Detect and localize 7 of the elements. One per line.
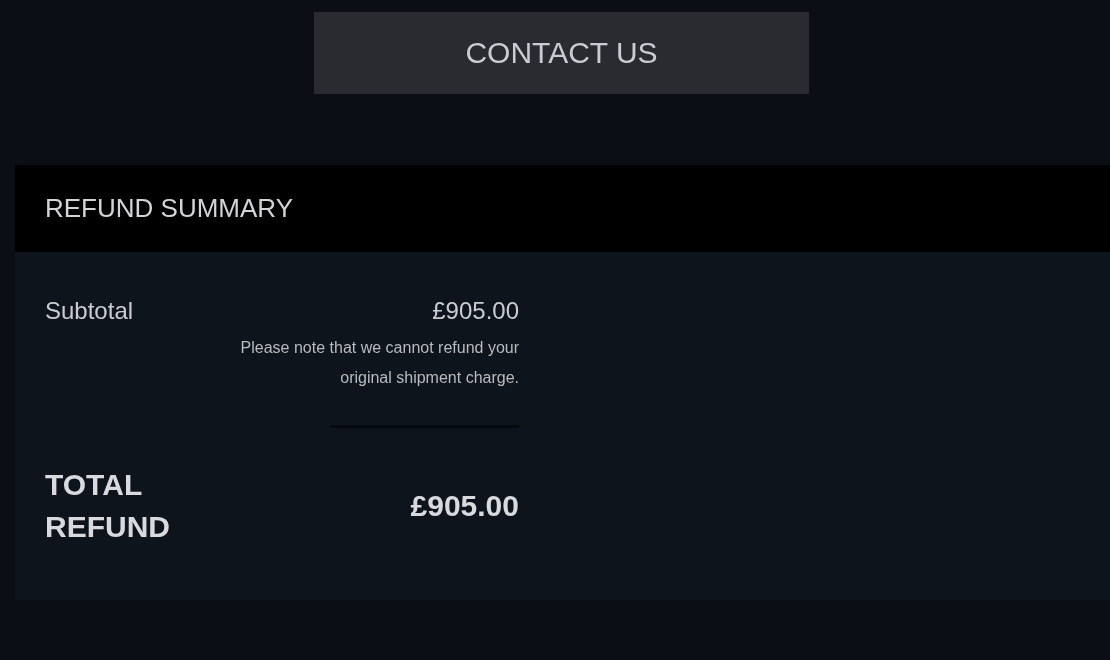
total-label: TOTAL REFUND [45,467,171,545]
subtotal-value: £905.00 [432,297,519,325]
total-value: £905.00 [410,489,519,523]
section-title: REFUND SUMMARY [45,193,293,224]
contact-button[interactable]: CONTACT US [314,12,809,94]
subtotal-label: Subtotal [45,297,134,325]
refund-note: Please note that we cannot refund your original shipment charge. [239,338,519,388]
